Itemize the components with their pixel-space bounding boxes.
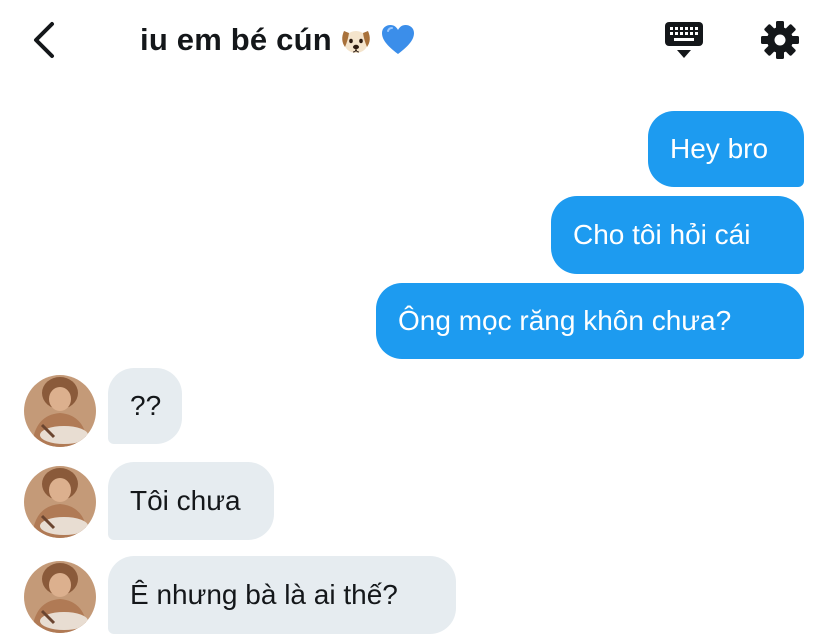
dog-face-icon [342, 31, 370, 53]
avatar-photo [24, 375, 96, 447]
message-text: Hey bro [670, 133, 769, 164]
back-button[interactable] [28, 18, 60, 62]
contact-avatar[interactable] [24, 561, 96, 633]
avatar-photo [24, 561, 96, 633]
gear-icon [761, 21, 799, 59]
outgoing-message[interactable]: Ông mọc răng khôn chưa? [376, 283, 804, 359]
message-text: ?? [130, 390, 162, 421]
chevron-left-icon [34, 22, 54, 58]
message-text: Tôi chưa [130, 485, 241, 516]
keyboard-button[interactable] [662, 18, 706, 62]
blue-heart-icon [381, 25, 414, 54]
message-text: Ê nhưng bà là ai thế? [130, 579, 398, 610]
conversation-header: iu em bé cún [0, 0, 828, 80]
message-text: Cho tôi hỏi cái [573, 219, 751, 250]
keyboard-icon [665, 22, 703, 58]
incoming-message[interactable]: ?? [108, 368, 182, 444]
outgoing-message[interactable]: Cho tôi hỏi cái [551, 196, 804, 274]
message-text: Ông mọc răng khôn chưa? [398, 305, 732, 336]
conversation-title: iu em bé cún [140, 22, 332, 57]
contact-avatar[interactable] [24, 375, 96, 447]
outgoing-message[interactable]: Hey bro [648, 111, 804, 187]
contact-avatar[interactable] [24, 466, 96, 538]
avatar-photo [24, 466, 96, 538]
incoming-message[interactable]: Tôi chưa [108, 462, 274, 540]
incoming-message[interactable]: Ê nhưng bà là ai thế? [108, 556, 456, 634]
settings-button[interactable] [758, 18, 802, 62]
conversation-title-group[interactable]: iu em bé cún [140, 20, 416, 60]
